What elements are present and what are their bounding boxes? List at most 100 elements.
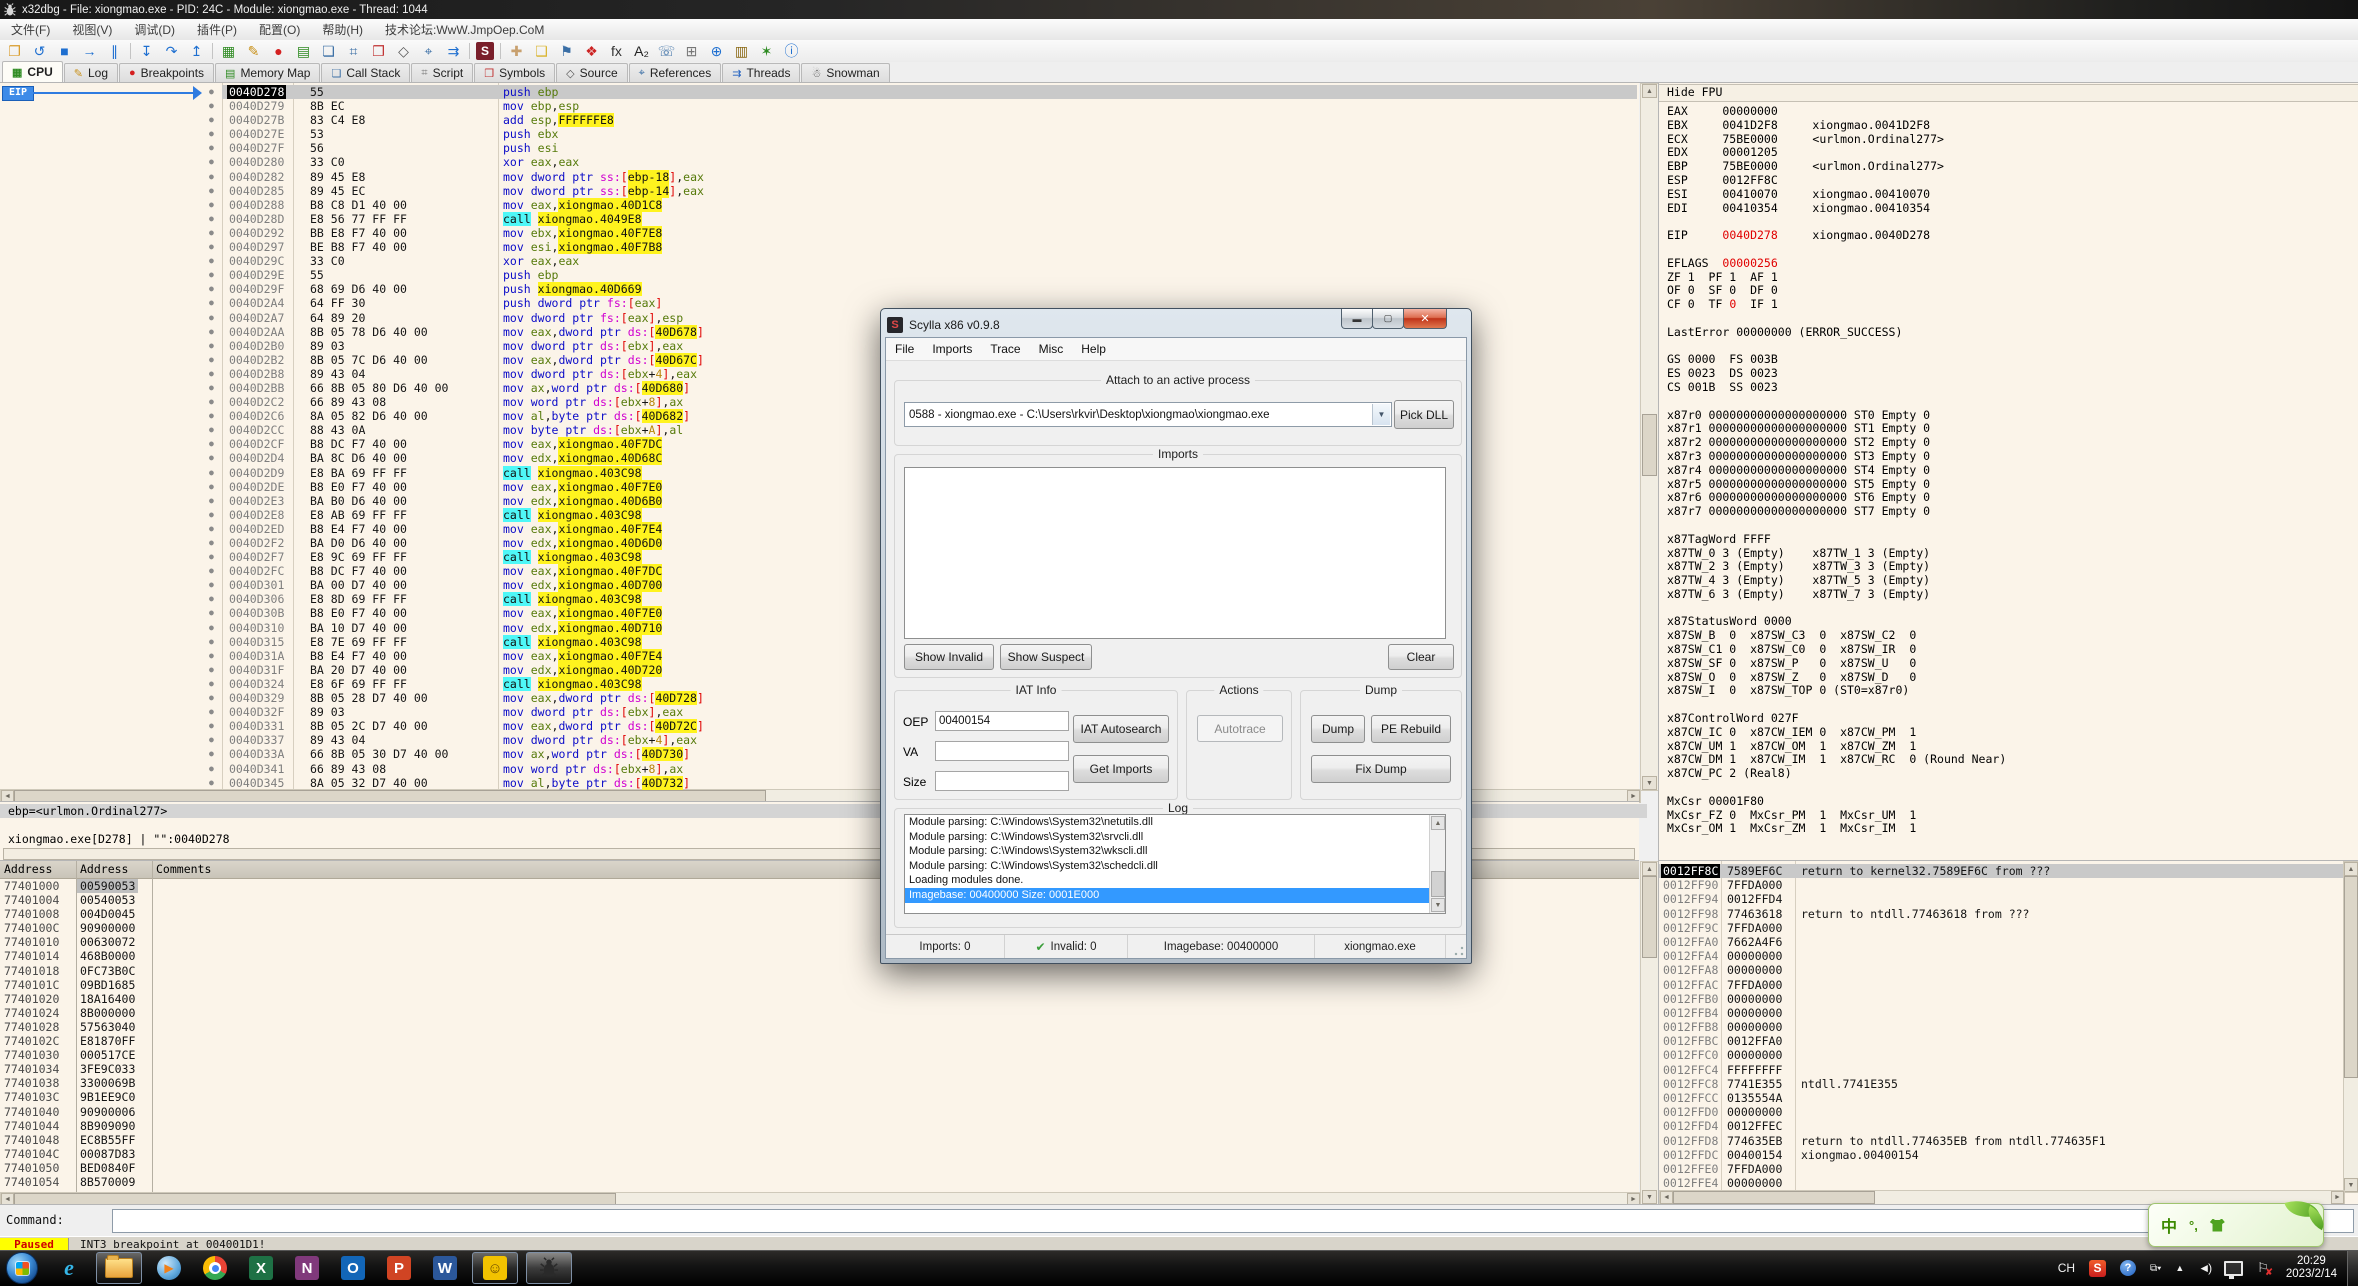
- about-icon[interactable]: ⓘ: [779, 41, 804, 61]
- stack-row[interactable]: 0012FFBC0012FFA0: [1659, 1034, 2345, 1048]
- register-line[interactable]: x87CW_IC 0 x87CW_IEM 0 x87CW_PM 1: [1659, 726, 2358, 740]
- register-line[interactable]: EAX 00000000: [1659, 105, 2358, 119]
- disasm-row[interactable]: ●0040D28DE8 56 77 FF FFcall xiongmao.404…: [0, 212, 1639, 226]
- stack-row[interactable]: 0012FFB400000000: [1659, 1006, 2345, 1020]
- outlook-icon[interactable]: O: [336, 1253, 370, 1283]
- breakpoint-bullet[interactable]: ●: [209, 578, 214, 592]
- breakpoint-bullet[interactable]: ●: [209, 353, 214, 367]
- file-explorer-frame[interactable]: [96, 1252, 142, 1284]
- scylla-menu-misc[interactable]: Misc: [1030, 342, 1073, 356]
- register-line[interactable]: x87TW_2 3 (Empty) x87TW_3 3 (Empty): [1659, 560, 2358, 574]
- stack-row[interactable]: 0012FF907FFDA000: [1659, 878, 2345, 892]
- breakpoint-bullet[interactable]: ●: [209, 762, 214, 776]
- breakpoint-bullet[interactable]: ●: [209, 296, 214, 310]
- step-out-icon[interactable]: ↥: [184, 41, 209, 61]
- breakpoint-bullet[interactable]: ●: [209, 254, 214, 268]
- tab-snowman[interactable]: ☃Snowman: [801, 63, 889, 82]
- register-line[interactable]: [1659, 312, 2358, 326]
- tab-threads[interactable]: ⇉Threads: [722, 63, 800, 82]
- breakpoint-bullet[interactable]: ●: [209, 663, 214, 677]
- register-line[interactable]: [1659, 781, 2358, 795]
- log-scrollbar[interactable]: ▲ ▼: [1429, 815, 1445, 913]
- stack-row[interactable]: 0012FFC000000000: [1659, 1048, 2345, 1062]
- breakpoint-bullet[interactable]: ●: [209, 395, 214, 409]
- stack-vscrollbar[interactable]: ▲ ▼: [2343, 861, 2358, 1193]
- register-line[interactable]: x87StatusWord 0000: [1659, 615, 2358, 629]
- breakpoint-bullet[interactable]: ●: [209, 494, 214, 508]
- show-invalid-button[interactable]: Show Invalid: [904, 644, 994, 670]
- oep-input[interactable]: 00400154: [935, 711, 1069, 731]
- register-line[interactable]: x87r3 00000000000000000000 ST3 Empty 0: [1659, 450, 2358, 464]
- disasm-row[interactable]: ●0040D297BE B8 F7 40 00mov esi,xiongmao.…: [0, 240, 1639, 254]
- ime-toolbar[interactable]: 中 °,: [2148, 1203, 2324, 1247]
- iat-autosearch-button[interactable]: IAT Autosearch: [1073, 715, 1169, 743]
- stack-row[interactable]: 0012FFB800000000: [1659, 1020, 2345, 1034]
- breakpoint-bullet[interactable]: ●: [209, 536, 214, 550]
- register-line[interactable]: x87TW_4 3 (Empty) x87TW_5 3 (Empty): [1659, 574, 2358, 588]
- breakpoint-bullet[interactable]: ●: [209, 747, 214, 761]
- breakpoint-bullet[interactable]: ●: [209, 240, 214, 254]
- breakpoint-bullet[interactable]: ●: [209, 409, 214, 423]
- breakpoint-bullet[interactable]: ●: [209, 282, 214, 296]
- breakpoint-bullet[interactable]: ●: [209, 550, 214, 564]
- stack-row[interactable]: 0012FFD8774635EBreturn to ntdll.774635EB…: [1659, 1134, 2345, 1148]
- register-line[interactable]: [1659, 340, 2358, 354]
- autotrace-button[interactable]: Autotrace: [1197, 715, 1283, 742]
- step-into-icon[interactable]: ↧: [134, 41, 159, 61]
- chrome-icon[interactable]: [198, 1253, 232, 1283]
- dump-header-cell[interactable]: Address: [80, 862, 128, 876]
- dump-row[interactable]: 7740104090900006: [0, 1105, 1639, 1119]
- cpu-icon[interactable]: ▦: [216, 41, 241, 61]
- restart-icon[interactable]: ↺: [27, 41, 52, 61]
- tray-language[interactable]: CH: [2058, 1261, 2075, 1275]
- register-line[interactable]: [1659, 602, 2358, 616]
- phone-icon[interactable]: ☏: [654, 41, 679, 61]
- register-line[interactable]: [1659, 215, 2358, 229]
- breakpoint-bullet[interactable]: ●: [209, 437, 214, 451]
- log-list[interactable]: Module parsing: C:\Windows\System32\netu…: [904, 814, 1446, 914]
- run-icon[interactable]: →: [77, 41, 102, 61]
- minimize-button[interactable]: ▬: [1341, 309, 1373, 329]
- disasm-row[interactable]: ●0040D27855push ebp: [0, 85, 1639, 99]
- log-line[interactable]: Module parsing: C:\Windows\System32\sche…: [905, 859, 1445, 874]
- register-line[interactable]: x87SW_B 0 x87SW_C3 0 x87SW_C2 0: [1659, 629, 2358, 643]
- stack-row[interactable]: 0012FF940012FFD4: [1659, 892, 2345, 906]
- stack-pane[interactable]: 0012FF8C7589EF6Creturn to kernel32.7589E…: [1658, 860, 2358, 1205]
- register-line[interactable]: x87r1 00000000000000000000 ST1 Empty 0: [1659, 422, 2358, 436]
- tab-script[interactable]: ⌗Script: [411, 63, 473, 82]
- register-line[interactable]: EBX 0041D2F8 xiongmao.0041D2F8: [1659, 119, 2358, 133]
- stack-row[interactable]: 0012FFCC0135554A: [1659, 1091, 2345, 1105]
- tray-window-icon[interactable]: ⧉▾: [2150, 1263, 2161, 1274]
- threads-icon[interactable]: ⇉: [441, 41, 466, 61]
- powerpoint-icon[interactable]: P: [382, 1253, 416, 1283]
- dump-row[interactable]: 774010248B000000: [0, 1006, 1639, 1020]
- register-line[interactable]: x87r5 00000000000000000000 ST5 Empty 0: [1659, 478, 2358, 492]
- register-line[interactable]: x87CW_UM 1 x87CW_OM 1 x87CW_ZM 1: [1659, 740, 2358, 754]
- disasm-row[interactable]: ●0040D27F56push esi: [0, 141, 1639, 155]
- dump-row[interactable]: 7740103C9B1EE9C0: [0, 1090, 1639, 1104]
- log-line[interactable]: Module parsing: C:\Windows\System32\srvc…: [905, 830, 1445, 845]
- disasm-row[interactable]: ●0040D29F68 69 D6 40 00push xiongmao.40D…: [0, 282, 1639, 296]
- breakpoint-bullet[interactable]: ●: [209, 99, 214, 113]
- show-suspect-button[interactable]: Show Suspect: [1000, 644, 1092, 670]
- register-line[interactable]: x87r2 00000000000000000000 ST2 Empty 0: [1659, 436, 2358, 450]
- calculator-icon[interactable]: ⊞: [679, 41, 704, 61]
- chevron-down-icon[interactable]: ▼: [1372, 404, 1390, 425]
- breakpoint-bullet[interactable]: ●: [209, 339, 214, 353]
- tab-memory-map[interactable]: ▤Memory Map: [215, 63, 320, 82]
- breakpoint-bullet[interactable]: ●: [209, 592, 214, 606]
- register-line[interactable]: [1659, 698, 2358, 712]
- register-line[interactable]: LastError 00000000 (ERROR_SUCCESS): [1659, 326, 2358, 340]
- dump-row[interactable]: 7740101C09BD1685: [0, 978, 1639, 992]
- stack-row[interactable]: 0012FFAC7FFDA000: [1659, 978, 2345, 992]
- breakpoint-bullet[interactable]: ●: [209, 606, 214, 620]
- disasm-row[interactable]: ●0040D288B8 C8 D1 40 00mov eax,xiongmao.…: [0, 198, 1639, 212]
- register-line[interactable]: x87SW_I 0 x87SW_TOP 0 (ST0=x87r0): [1659, 684, 2358, 698]
- log-line[interactable]: Loading modules done.: [905, 873, 1445, 888]
- comment-icon[interactable]: ❑: [529, 41, 554, 61]
- size-input[interactable]: [935, 771, 1069, 791]
- script-icon[interactable]: ⌗: [341, 41, 366, 61]
- label-icon[interactable]: ⚑: [554, 41, 579, 61]
- disasm-row[interactable]: ●0040D2798B ECmov ebp,esp: [0, 99, 1639, 113]
- breakpoint-bullet[interactable]: ●: [209, 127, 214, 141]
